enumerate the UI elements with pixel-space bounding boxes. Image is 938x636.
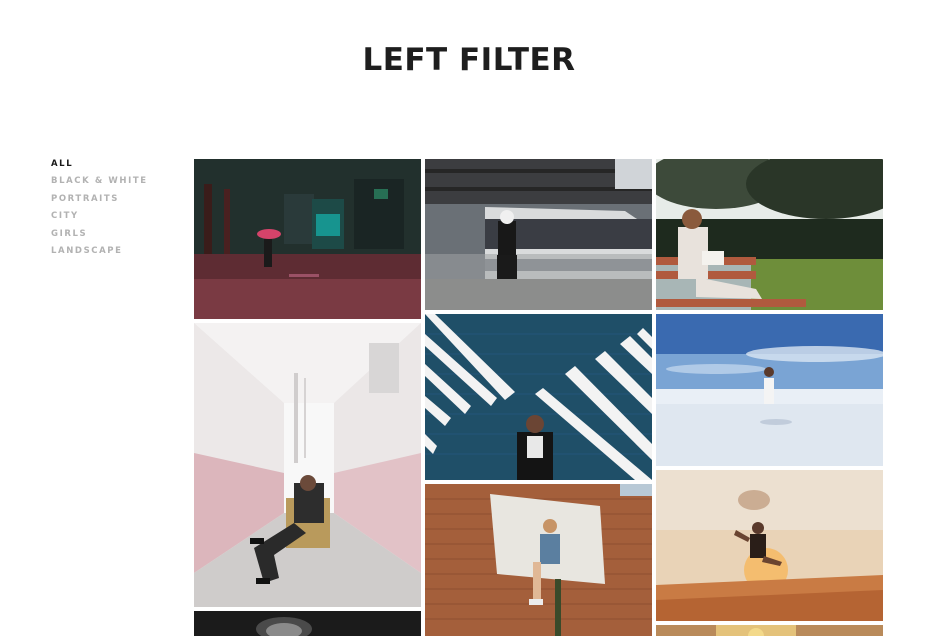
filter-black-white[interactable]: BLACK & WHITE	[51, 175, 181, 192]
filter-nav: ALL BLACK & WHITE PORTRAITS CITY GIRLS L…	[51, 158, 181, 262]
photo-girl-striped-wall[interactable]	[425, 314, 652, 480]
photo-girl-salt-flat[interactable]	[656, 314, 883, 466]
photo-man-pink-hallway[interactable]	[194, 323, 421, 607]
filter-city[interactable]: CITY	[51, 210, 181, 227]
photo-girl-brick-wall[interactable]	[425, 484, 652, 636]
photo-warm-photo-partial[interactable]	[656, 625, 883, 636]
photo-girl-reading-bench[interactable]	[656, 159, 883, 310]
photo-city-night-umbrella[interactable]	[194, 159, 421, 319]
filter-girls[interactable]: GIRLS	[51, 228, 181, 245]
photo-bw-portrait-partial[interactable]	[194, 611, 421, 636]
photo-man-train-station[interactable]	[425, 159, 652, 310]
photo-man-jumping-desert[interactable]	[656, 470, 883, 621]
filter-all[interactable]: ALL	[51, 158, 181, 175]
filter-landscape[interactable]: LANDSCAPE	[51, 245, 181, 262]
filter-portraits[interactable]: PORTRAITS	[51, 193, 181, 210]
page-title: LEFT FILTER	[362, 42, 576, 78]
